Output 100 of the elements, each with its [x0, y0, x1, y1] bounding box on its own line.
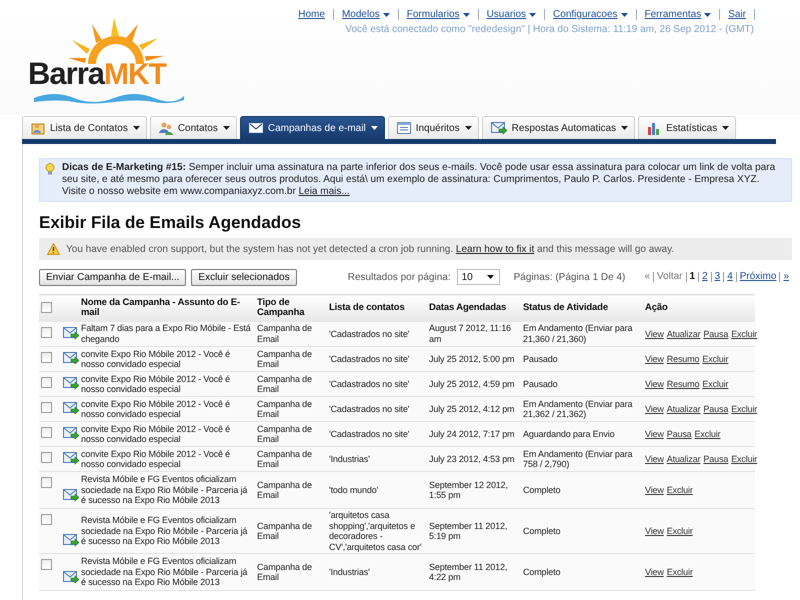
row-action-link[interactable]: Atualizar: [666, 328, 700, 338]
campaign-name: convite Expo Rio Móbile 2012 - Você é nosso convidado especial: [81, 374, 230, 394]
nav-tab[interactable]: Inquéritos: [388, 116, 479, 139]
form-icon: [396, 122, 411, 134]
pager-link: «: [643, 272, 651, 282]
wave-logo-icon: [34, 92, 184, 104]
row-action-link[interactable]: Pausa: [666, 428, 692, 439]
row-checkbox[interactable]: [41, 452, 52, 464]
pager-link[interactable]: 4: [723, 272, 736, 282]
row-action-link[interactable]: Excluir: [731, 328, 758, 338]
row-checkbox[interactable]: [41, 377, 52, 388]
nav-tab[interactable]: Campanhas de e-mail: [240, 116, 385, 139]
current-page: 1: [686, 272, 698, 282]
contact-list: 'Cadastrados no site': [329, 404, 410, 414]
warning-message: You have enabled cron support, but the system has not yet detected a cron job running. Learn how to fix it and this message will go away.: [66, 244, 674, 254]
scheduled-date: September 11 2012, 4:22 pm: [429, 562, 508, 582]
contact-list: 'Industrias': [329, 454, 370, 464]
nav-link[interactable]: Usuarios: [478, 9, 546, 20]
pager-link[interactable]: 3: [710, 272, 724, 282]
row-action-link[interactable]: View: [645, 428, 664, 439]
row-action-link[interactable]: Excluir: [666, 484, 693, 495]
campaign-name: Faltam 7 dias para a Expo Rio Móbile - Está chegando: [81, 323, 251, 344]
nav-tab[interactable]: Respostas Automaticas: [482, 116, 636, 139]
row-checkbox[interactable]: [41, 559, 52, 570]
column-header: Ação: [645, 302, 668, 313]
row-action-link[interactable]: View: [645, 328, 664, 338]
row-checkbox[interactable]: [41, 514, 52, 526]
read-more-link[interactable]: Leia mais...: [298, 186, 350, 197]
row-action-link[interactable]: View: [645, 378, 664, 389]
row-checkbox[interactable]: [41, 427, 52, 438]
nav-tab[interactable]: Estatísticas: [638, 116, 736, 139]
row-action-link[interactable]: Excluir: [702, 378, 728, 389]
activity-status: Aguardando para Envio: [523, 428, 614, 439]
row-action-link[interactable]: Excluir: [694, 428, 720, 439]
row-action-link[interactable]: Excluir: [666, 526, 693, 536]
action-button[interactable]: Enviar Campanha de E-mail...: [39, 268, 186, 286]
row-action-link[interactable]: Excluir: [666, 566, 693, 577]
nav-link[interactable]: Sair: [720, 9, 755, 20]
nav-link[interactable]: Modelos: [334, 9, 399, 20]
nav-link[interactable]: Home: [290, 9, 334, 20]
caret-icon: [722, 126, 730, 130]
row-action-link[interactable]: View: [645, 566, 664, 577]
row-action-link[interactable]: Excluir: [702, 354, 728, 364]
row-action-link[interactable]: Atualizar: [666, 404, 700, 414]
caret-icon: [621, 126, 628, 130]
caret-icon: [486, 275, 494, 279]
row-checkbox[interactable]: [41, 352, 52, 364]
row-action-link[interactable]: Pausa: [703, 454, 728, 464]
contact-list: 'Cadastrados no site': [329, 428, 410, 439]
row-action-link[interactable]: Excluir: [731, 404, 758, 414]
column-header: Status de Atividade: [523, 302, 608, 313]
nav-tab[interactable]: Lista de Contatos: [22, 116, 147, 139]
campaign-name: convite Expo Rio Móbile 2012 - Você é nosso convidado especial: [81, 348, 230, 369]
fix-link[interactable]: Learn how to fix it: [456, 244, 534, 254]
pages-label: Páginas: (Página 1 De 4): [514, 272, 626, 282]
pager-link[interactable]: 2: [698, 272, 711, 282]
row-action-link[interactable]: Resumo: [666, 378, 700, 389]
scheduled-date: July 25 2012, 5:00 pm: [429, 354, 514, 364]
nav-link[interactable]: Formularios: [398, 9, 479, 20]
activity-status: Em Andamento (Enviar para 758 / 2,790): [523, 448, 632, 469]
activity-status: Pausado: [523, 378, 558, 389]
people-icon: [158, 121, 173, 135]
campaign-name: Revista Móbile e FG Eventos oficializam sociedade na Expo Rio Móbile - Parceria já é sucesso na Expo Rio Móbile 2013: [81, 474, 248, 506]
logo-text: Barra: [28, 56, 104, 92]
envelope-icon: [248, 123, 263, 133]
pager-link: Voltar: [652, 272, 686, 282]
campaign-name: Revista Móbile e FG Eventos oficializam sociedade na Expo Rio Móbile - Parceria já é sucesso na Expo Rio Móbile 2013: [81, 556, 248, 588]
row-action-link[interactable]: Atualizar: [666, 454, 700, 464]
campaign-type: Campanha de Email: [257, 398, 312, 419]
row-checkbox[interactable]: [41, 402, 52, 414]
row-action-link[interactable]: Pausa: [703, 404, 728, 414]
row-action-link[interactable]: View: [645, 484, 664, 495]
campaign-name: Revista Móbile e FG Eventos oficializam sociedade na Expo Rio Móbile - Parceria já é sucesso na Expo Rio Móbile 2013: [81, 515, 248, 546]
row-action-link[interactable]: Resumo: [666, 354, 700, 364]
per-page-select[interactable]: 10: [456, 269, 500, 285]
row-action-link[interactable]: View: [645, 354, 664, 364]
row-action-link[interactable]: Excluir: [731, 454, 758, 464]
caret-icon: [464, 126, 472, 130]
row-checkbox[interactable]: [41, 477, 52, 488]
scheduled-date: September 11 2012, 5:19 pm: [429, 520, 508, 541]
caret-icon: [132, 126, 140, 130]
row-action-link[interactable]: View: [645, 526, 664, 536]
caret-icon: [704, 12, 712, 16]
select-all-checkbox[interactable]: [41, 302, 52, 314]
row-action-link[interactable]: View: [645, 454, 664, 464]
caret-icon: [529, 12, 536, 16]
row-action-link[interactable]: Pausa: [703, 328, 728, 338]
column-header: Lista de contatos: [329, 302, 405, 313]
nav-link[interactable]: Ferramentas: [636, 9, 720, 20]
nav-link[interactable]: Configuracoes: [545, 9, 637, 20]
pager-link[interactable]: Próximo: [736, 272, 780, 282]
row-checkbox[interactable]: [41, 326, 52, 338]
row-action-link[interactable]: View: [645, 404, 664, 414]
pager-link[interactable]: »: [779, 272, 792, 282]
scheduled-date: July 24 2012, 7:17 pm: [429, 428, 514, 439]
nav-tab[interactable]: Contatos: [150, 116, 237, 139]
campaign-name: convite Expo Rio Móbile 2012 - Você é nosso convidado especial: [81, 398, 230, 419]
campaign-type: Campanha de Email: [257, 323, 312, 344]
action-button[interactable]: Excluir selecionados: [191, 268, 297, 286]
campaign-type: Campanha de Email: [257, 562, 312, 582]
